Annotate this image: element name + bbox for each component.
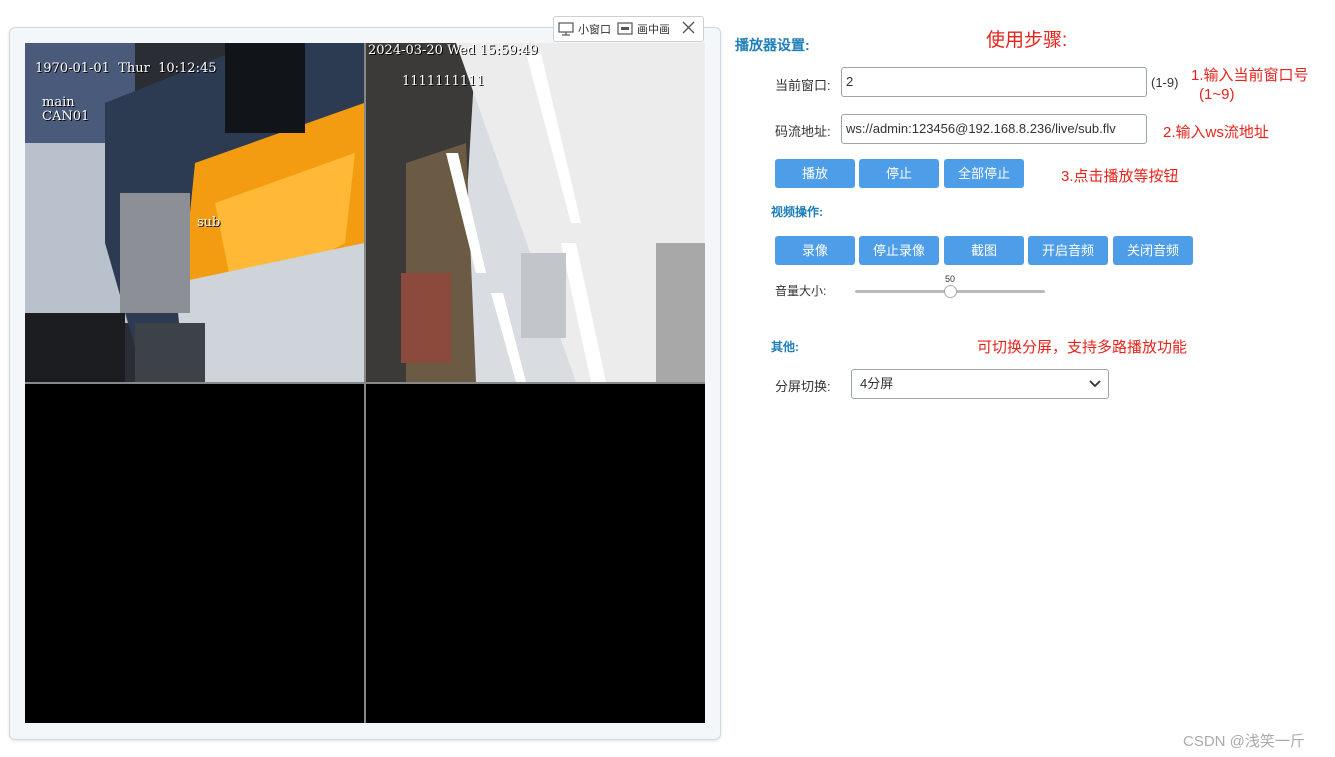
video-ops-title: 视频操作: xyxy=(771,205,823,219)
split-screen-select[interactable]: 4分屏 xyxy=(851,369,1109,399)
osd-label: 1111111111 xyxy=(402,74,485,89)
stream-url-label: 码流地址: xyxy=(775,124,831,139)
close-button[interactable] xyxy=(682,21,699,37)
volume-slider-thumb[interactable] xyxy=(944,285,957,298)
volume-value: 50 xyxy=(944,274,956,284)
usage-steps-title: 使用步骤: xyxy=(986,30,1068,51)
stop-all-button[interactable]: 全部停止 xyxy=(944,159,1024,188)
volume-label: 音量大小: xyxy=(775,284,827,298)
step2-annotation: 2.输入ws流地址 xyxy=(1163,124,1269,141)
monitor-icon xyxy=(558,22,574,36)
play-button[interactable]: 播放 xyxy=(775,159,855,188)
small-window-label: 小窗口 xyxy=(578,24,611,36)
stop-button[interactable]: 停止 xyxy=(859,159,939,188)
current-window-range: (1-9) xyxy=(1151,75,1179,90)
open-audio-button[interactable]: 开启音频 xyxy=(1028,236,1108,265)
step3-annotation: 3.点击播放等按钮 xyxy=(1061,168,1179,185)
current-window-input[interactable]: 2 xyxy=(841,67,1147,97)
video-frame-1 xyxy=(25,43,364,382)
current-window-label: 当前窗口: xyxy=(775,78,831,93)
video-cell-3[interactable] xyxy=(25,384,364,723)
close-icon xyxy=(682,21,695,34)
split-screen-value: 4分屏 xyxy=(860,376,894,391)
picture-in-picture-icon xyxy=(617,22,633,35)
stream-url-input[interactable]: ws://admin:123456@192.168.8.236/live/sub… xyxy=(841,114,1147,144)
split-note-annotation: 可切换分屏，支持多路播放功能 xyxy=(977,339,1188,356)
pip-label: 画中画 xyxy=(637,24,670,36)
osd-timestamp: 2024-03-20 Wed 15:59:49 xyxy=(368,43,538,58)
osd-stream-label: main xyxy=(42,95,75,110)
pip-button[interactable]: 画中画 xyxy=(617,21,670,37)
osd-overlay: sub xyxy=(197,215,221,230)
step1-annotation: 1.输入当前窗口号 xyxy=(1191,67,1309,84)
stop-record-button[interactable]: 停止录像 xyxy=(859,236,939,265)
osd-channel: CAN01 xyxy=(42,109,90,124)
video-grid: 1970-01-01 Thur 10:12:45 main CAN01 sub … xyxy=(25,43,705,723)
player-settings-title: 播放器设置: xyxy=(735,37,810,53)
watermark: CSDN @浅笑一斤 xyxy=(1183,733,1305,750)
chevron-down-icon xyxy=(1089,380,1101,388)
osd-timestamp: 1970-01-01 Thur 10:12:45 xyxy=(35,61,217,76)
close-audio-button[interactable]: 关闭音频 xyxy=(1113,236,1193,265)
other-title: 其他: xyxy=(771,340,799,354)
video-cell-2[interactable]: 2024-03-20 Wed 15:59:49 1111111111 xyxy=(366,43,705,382)
video-frame-2 xyxy=(366,43,705,382)
video-cell-1[interactable]: 1970-01-01 Thur 10:12:45 main CAN01 sub xyxy=(25,43,364,382)
window-mode-toolbar: 小窗口 画中画 xyxy=(553,16,704,42)
record-button[interactable]: 录像 xyxy=(775,236,855,265)
video-cell-4[interactable] xyxy=(366,384,705,723)
step1-range-annotation: (1~9) xyxy=(1199,86,1235,103)
screenshot-button[interactable]: 截图 xyxy=(944,236,1024,265)
small-window-button[interactable]: 小窗口 xyxy=(558,21,611,37)
volume-slider[interactable]: 50 xyxy=(855,274,1045,298)
split-screen-label: 分屏切换: xyxy=(775,379,831,394)
